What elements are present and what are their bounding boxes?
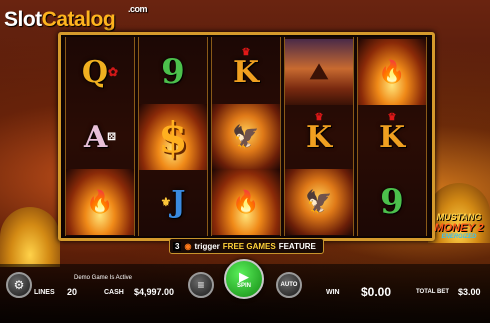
lines-label: LINES	[34, 289, 55, 296]
settings-button[interactable]: ⚙	[6, 272, 32, 298]
dice-icon: ⚄	[107, 131, 116, 143]
reel-1: Q ✿ A ⚄ 🔥	[65, 37, 135, 236]
game-logo: MUSTANG MONEY 2 ENERGIZED	[434, 212, 484, 240]
gold-pile-left	[0, 207, 60, 267]
crown-icon: ♛	[387, 112, 397, 123]
symbol-eagle: 🦅	[285, 169, 353, 235]
symbol-k-crown: ♛ K	[232, 47, 260, 90]
cash-label: CASH	[104, 289, 124, 296]
fleur-de-lis-icon: ⚜	[160, 195, 172, 209]
win-label: WIN	[326, 289, 340, 296]
spin-button[interactable]: ▶ SPIN	[224, 259, 264, 299]
lines-value: 20	[67, 287, 78, 297]
symbol-k-crown: ♛ K	[305, 112, 333, 155]
slotcatalog-logo: SlotCatalog .com	[4, 4, 148, 31]
bolt-icon: ◉	[184, 241, 192, 251]
symbol-gold-fire: 🔥	[212, 169, 280, 235]
demo-message: Demo Game Is Active	[74, 275, 133, 281]
cash-value: $4,997.00	[134, 287, 175, 297]
symbol-k-crown: ♛ K	[378, 112, 406, 155]
bet-coins-button[interactable]: ≡	[188, 272, 214, 298]
win-value: $0.00	[361, 285, 392, 299]
gear-icon: ⚙	[13, 278, 25, 292]
reels-frame: Q ✿ A ⚄ 🔥 9 $ ⚜ J ♛ K 🦅 🔥 ⛰ ♛ K 🦅 🔥 ♛ K …	[58, 32, 435, 241]
reel-4: ⛰ ♛ K 🦅	[284, 37, 354, 236]
rose-icon: ✿	[108, 65, 119, 79]
symbol-canyon: ⛰	[285, 39, 353, 105]
symbol-j-fleur: ⚜ J	[160, 184, 186, 220]
total-bet-value: $3.00	[458, 287, 481, 297]
autoplay-button[interactable]: AUTO	[276, 272, 302, 298]
symbol-q-rose: Q ✿	[81, 54, 119, 90]
crown-icon: ♛	[314, 112, 324, 123]
symbol-a-dice: A ⚄	[84, 119, 116, 155]
reel-2: 9 $ ⚜ J	[138, 37, 208, 236]
symbol-eagle: 🦅	[212, 104, 280, 170]
symbol-gold-fire: 🔥	[358, 39, 426, 105]
eagle-icon: 🦅	[305, 189, 333, 215]
symbol-dollar: $	[139, 104, 207, 170]
total-bet-label: TOTAL BET	[416, 289, 449, 295]
gold-fire-icon: 🔥	[378, 59, 406, 85]
canyon-icon: ⛰	[309, 59, 329, 85]
reel-5: 🔥 ♛ K 9	[357, 37, 427, 236]
free-games-trigger-banner: 3 ◉ trigger FREE GAMES FEATURE	[169, 238, 324, 254]
symbol-nine: 9	[161, 52, 185, 92]
gold-fire-icon: 🔥	[86, 189, 114, 215]
play-icon: ▶	[239, 268, 249, 284]
dollar-icon: $	[158, 112, 188, 162]
symbol-gold-fire: 🔥	[66, 169, 134, 235]
gold-fire-icon: 🔥	[232, 189, 260, 215]
symbol-nine: 9	[380, 182, 404, 222]
coins-icon: ≡	[197, 278, 205, 292]
reel-3: ♛ K 🦅 🔥	[211, 37, 281, 236]
crown-icon: ♛	[241, 47, 251, 58]
eagle-icon: 🦅	[232, 124, 260, 150]
